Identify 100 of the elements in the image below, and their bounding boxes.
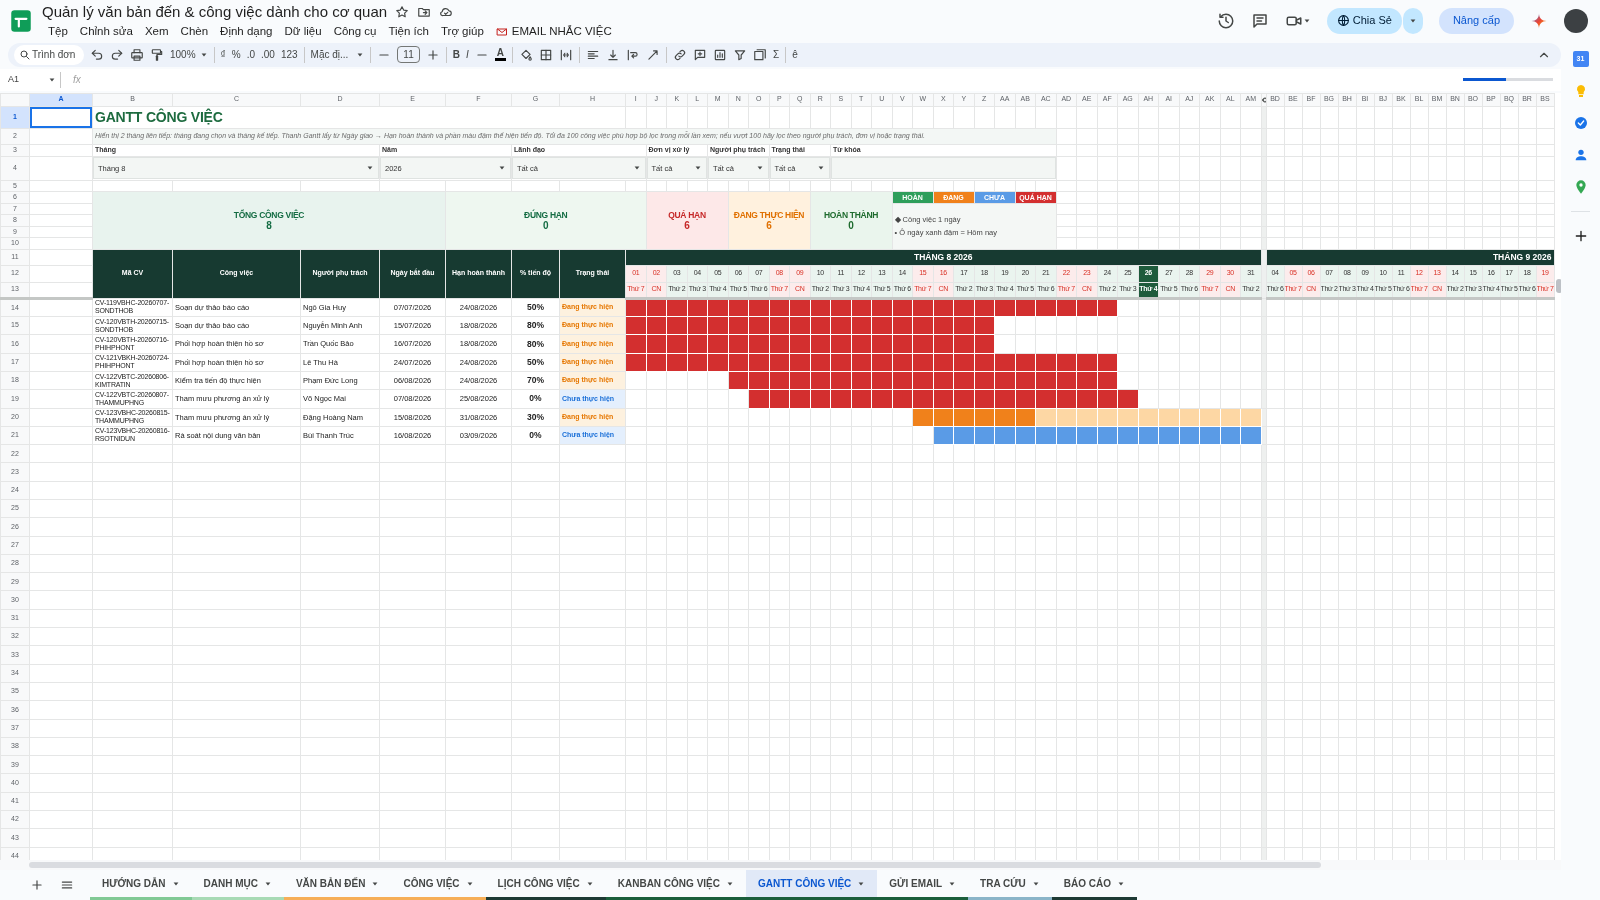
name-box[interactable]: A1: [0, 73, 60, 87]
progress-value: 70%: [511, 371, 560, 390]
caret-icon[interactable]: [356, 50, 365, 59]
stat-value: 6: [683, 220, 691, 231]
upgrade-button[interactable]: Nâng cấp: [1438, 7, 1514, 34]
caret-icon[interactable]: [726, 879, 734, 888]
sheet-tab[interactable]: BÁO CÁO: [1051, 870, 1138, 900]
progress-value: 0%: [511, 426, 560, 445]
stat-label: HOÀN THÀNH: [822, 210, 880, 220]
link-icon[interactable]: [673, 47, 687, 62]
rotate-icon[interactable]: [646, 47, 660, 62]
percent-button[interactable]: %: [231, 47, 241, 63]
stat-label: QUÁ HẠN: [667, 210, 707, 220]
history-icon[interactable]: [1216, 11, 1235, 30]
bold-button[interactable]: B: [452, 47, 460, 63]
currency-button[interactable]: ₫: [220, 47, 226, 63]
print-icon[interactable]: [130, 47, 144, 62]
scrollbar[interactable]: [29, 862, 1321, 869]
menu-item[interactable]: Tiện ích: [382, 23, 435, 41]
sheet-tab[interactable]: VĂN BẢN ĐẾN: [283, 870, 392, 900]
stat-value: 6: [765, 220, 773, 231]
tasks-icon[interactable]: [1572, 115, 1589, 131]
comment-icon[interactable]: [1250, 11, 1269, 30]
text-color-button[interactable]: A: [494, 48, 506, 62]
paint-format-icon[interactable]: [150, 47, 164, 62]
decrease-decimal-button[interactable]: .0: [246, 47, 255, 63]
search-field[interactable]: Trình đơn: [14, 44, 84, 65]
add-sheet-icon[interactable]: [30, 878, 44, 893]
caret-icon[interactable]: [1302, 16, 1311, 25]
search-icon: [19, 48, 31, 61]
input-tools-button[interactable]: ê: [792, 47, 798, 63]
formula-label: fx: [73, 73, 81, 88]
zoom-dropdown[interactable]: 100%: [170, 47, 208, 63]
sheet-tab[interactable]: HƯỚNG DẪN: [90, 870, 192, 900]
filter-icon[interactable]: [733, 47, 747, 62]
vertical-align-icon[interactable]: [606, 47, 620, 62]
caret-icon[interactable]: [948, 879, 957, 888]
scrollbar[interactable]: [1555, 278, 1561, 293]
font-dropdown[interactable]: Mặc đị...: [310, 47, 365, 63]
font-size-field[interactable]: 11: [397, 46, 420, 64]
wrap-icon[interactable]: [626, 47, 640, 62]
caret-icon[interactable]: [171, 879, 180, 888]
undo-icon[interactable]: [90, 47, 104, 62]
caret-icon[interactable]: [1117, 879, 1126, 888]
mail-icon: [495, 25, 508, 38]
menu-item[interactable]: EMAIL NHẮC VIỆC: [489, 23, 618, 41]
caret-icon[interactable]: [585, 879, 594, 888]
caret-icon[interactable]: [465, 879, 474, 888]
sheet-tab[interactable]: CÔNG VIỆC: [391, 870, 486, 900]
caret-icon[interactable]: [1408, 16, 1417, 25]
sheet-tab[interactable]: DANH MỤC: [191, 870, 284, 900]
redo-icon[interactable]: [110, 47, 124, 62]
menu-item[interactable]: Trợ giúp: [434, 23, 490, 41]
menu-item[interactable]: Chèn: [174, 23, 215, 41]
stat-label: ĐANG THỰC HIỆN: [732, 210, 806, 220]
menu-item[interactable]: Công cụ: [327, 23, 383, 41]
caret-icon[interactable]: [371, 879, 380, 888]
functions-button[interactable]: Σ: [773, 47, 780, 63]
stat-label: ĐÚNG HẠN: [523, 210, 569, 220]
plus-icon[interactable]: [425, 47, 440, 62]
selected-cell[interactable]: [29, 106, 93, 129]
input-field[interactable]: [831, 157, 1055, 180]
borders-icon[interactable]: [539, 47, 553, 62]
merge-icon[interactable]: [559, 47, 573, 62]
menu-item[interactable]: Xem: [138, 23, 175, 41]
caret-icon[interactable]: [1031, 879, 1040, 888]
caret-icon[interactable]: [263, 879, 272, 888]
spreadsheet-logo-icon[interactable]: [8, 7, 34, 34]
document-title[interactable]: Quản lý văn bản đến & công việc dành cho cơ quan: [42, 0, 388, 24]
stat-value: 0: [847, 220, 855, 231]
star-icon[interactable]: [395, 4, 410, 19]
add-comment-icon[interactable]: [693, 47, 707, 62]
italic-button[interactable]: I: [466, 47, 469, 63]
sheet-title: GANTT CÔNG VIỆC: [92, 106, 626, 129]
sheet-tab[interactable]: GỬI EMAIL: [877, 870, 969, 900]
filter-views-icon[interactable]: [753, 47, 767, 62]
share-button[interactable]: Chia Sẻ: [1326, 7, 1402, 34]
caret-icon[interactable]: [48, 75, 56, 84]
progress-value: 80%: [511, 334, 560, 354]
stat-label: TỔNG CÔNG VIỆC: [232, 210, 306, 220]
increase-decimal-button[interactable]: .00: [260, 47, 275, 63]
globe-icon: [1336, 14, 1350, 27]
progress-value: 80%: [511, 316, 560, 335]
progress-value: 50%: [511, 353, 560, 372]
progress-value: 30%: [511, 408, 560, 427]
menu-item[interactable]: Chỉnh sửa: [73, 23, 139, 41]
sheet-tab[interactable]: GANTT CÔNG VIỆC: [746, 870, 878, 900]
sheet-tab[interactable]: LỊCH CÔNG VIỆC: [485, 870, 606, 900]
menu-item[interactable]: Tệp: [42, 23, 74, 41]
caret-icon[interactable]: [857, 879, 866, 888]
caret-icon[interactable]: [199, 50, 208, 59]
avatar[interactable]: [1564, 8, 1588, 33]
menu-item[interactable]: Định dạng: [214, 23, 279, 41]
progress-value: 0%: [511, 389, 560, 408]
chart-icon[interactable]: [713, 47, 727, 62]
menu-item[interactable]: Dữ liệu: [278, 23, 328, 41]
fill-color-icon[interactable]: [519, 47, 533, 62]
stat-value: 8: [265, 220, 273, 231]
number-format-button[interactable]: 123: [280, 47, 298, 63]
sheet-tab[interactable]: TRA CỨU: [968, 870, 1052, 900]
